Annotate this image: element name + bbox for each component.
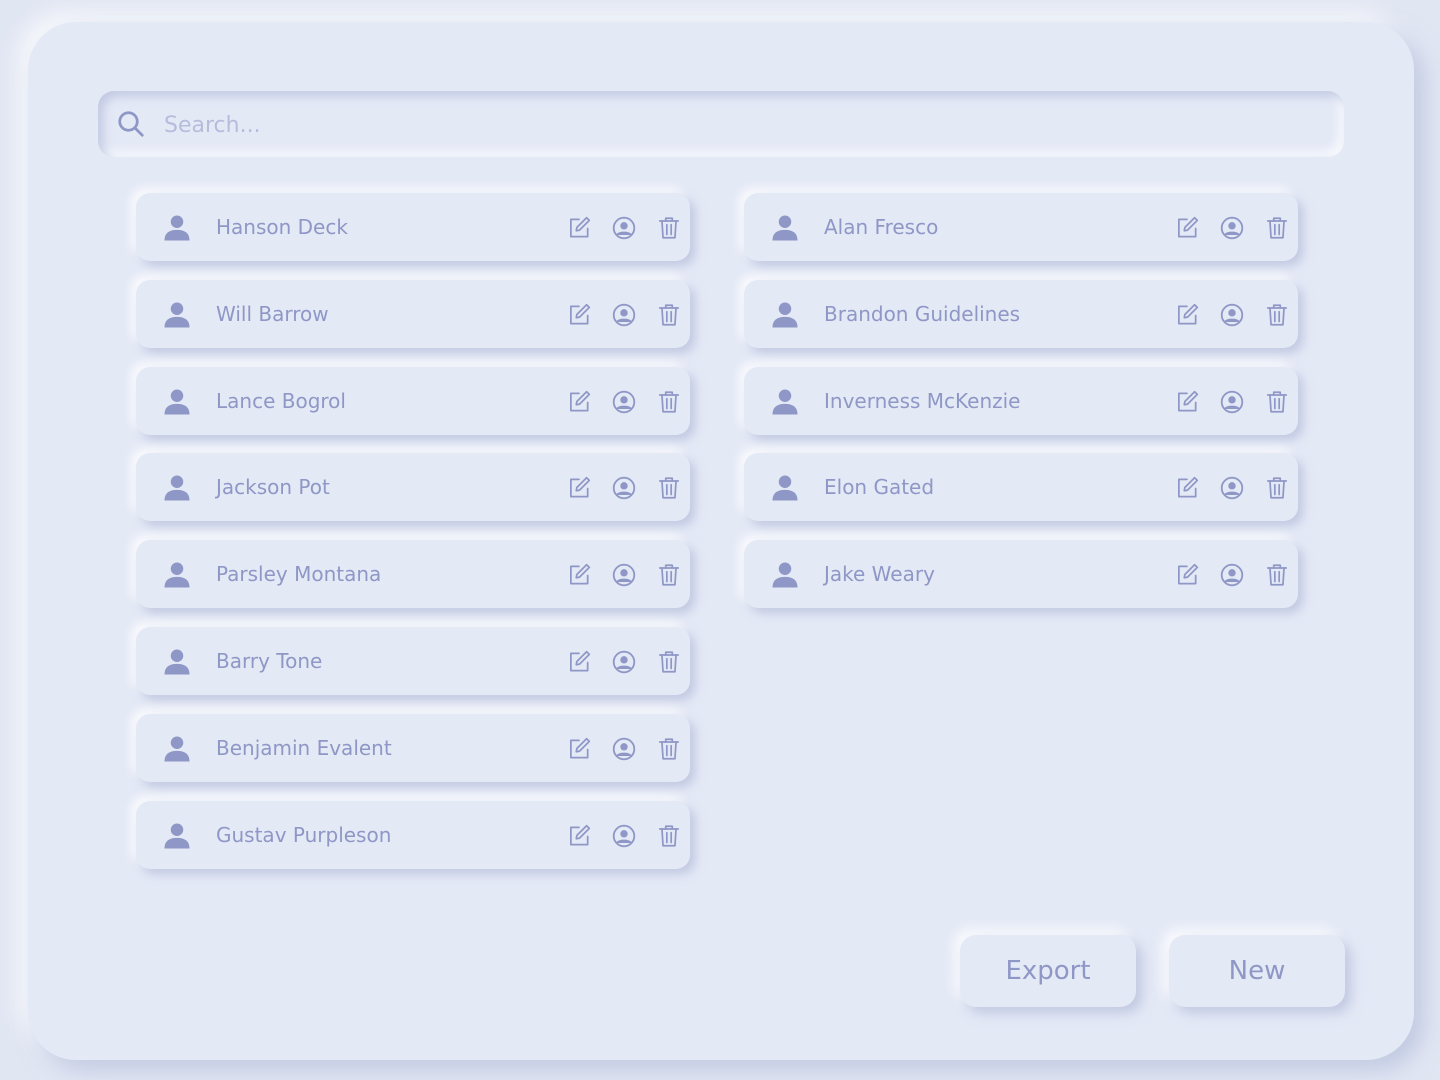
- user-icon: [164, 302, 190, 328]
- user-icon: [164, 649, 190, 675]
- user-icon: [164, 389, 190, 415]
- search-bar[interactable]: [98, 91, 1344, 157]
- trash-icon[interactable]: [656, 823, 682, 849]
- contact-row[interactable]: Jake Weary: [744, 540, 1298, 608]
- contact-name: Jake Weary: [824, 562, 935, 586]
- profile-icon[interactable]: [1219, 562, 1245, 588]
- edit-icon[interactable]: [566, 562, 592, 588]
- user-icon: [772, 215, 798, 241]
- trash-icon[interactable]: [656, 215, 682, 241]
- contact-name: Brandon Guidelines: [824, 302, 1021, 326]
- search-input[interactable]: [162, 101, 1326, 149]
- profile-icon[interactable]: [611, 389, 637, 415]
- user-icon: [772, 302, 798, 328]
- profile-icon[interactable]: [1219, 215, 1245, 241]
- edit-icon[interactable]: [566, 302, 592, 328]
- trash-icon[interactable]: [1264, 389, 1290, 415]
- contact-row[interactable]: Barry Tone: [136, 627, 690, 695]
- profile-icon[interactable]: [611, 562, 637, 588]
- profile-icon[interactable]: [1219, 475, 1245, 501]
- contact-row[interactable]: Lance Bogrol: [136, 367, 690, 435]
- contact-row[interactable]: Gustav Purpleson: [136, 801, 690, 869]
- contact-name: Lance Bogrol: [216, 389, 346, 413]
- trash-icon[interactable]: [1264, 215, 1290, 241]
- edit-icon[interactable]: [566, 215, 592, 241]
- trash-icon[interactable]: [656, 562, 682, 588]
- export-button[interactable]: Export: [960, 935, 1136, 1007]
- user-icon: [772, 475, 798, 501]
- contact-name: Will Barrow: [216, 302, 329, 326]
- contact-row[interactable]: Parsley Montana: [136, 540, 690, 608]
- contact-row[interactable]: Hanson Deck: [136, 193, 690, 261]
- contact-name: Gustav Purpleson: [216, 823, 392, 847]
- trash-icon[interactable]: [656, 475, 682, 501]
- trash-icon[interactable]: [656, 389, 682, 415]
- user-icon: [164, 215, 190, 241]
- edit-icon[interactable]: [566, 389, 592, 415]
- contact-row[interactable]: Benjamin Evalent: [136, 714, 690, 782]
- trash-icon[interactable]: [656, 302, 682, 328]
- contacts-panel: Hanson Deck Will Barrow: [28, 22, 1414, 1060]
- trash-icon[interactable]: [656, 649, 682, 675]
- profile-icon[interactable]: [611, 475, 637, 501]
- contact-name: Jackson Pot: [216, 475, 330, 499]
- user-icon: [164, 475, 190, 501]
- edit-icon[interactable]: [566, 475, 592, 501]
- contact-row[interactable]: Elon Gated: [744, 453, 1298, 521]
- trash-icon[interactable]: [1264, 562, 1290, 588]
- user-icon: [772, 562, 798, 588]
- contact-row[interactable]: Inverness McKenzie: [744, 367, 1298, 435]
- user-icon: [164, 823, 190, 849]
- search-icon: [118, 111, 144, 137]
- profile-icon[interactable]: [1219, 389, 1245, 415]
- user-icon: [164, 736, 190, 762]
- edit-icon[interactable]: [566, 736, 592, 762]
- edit-icon[interactable]: [1174, 562, 1200, 588]
- contact-name: Inverness McKenzie: [824, 389, 1021, 413]
- new-button[interactable]: New: [1169, 935, 1345, 1007]
- trash-icon[interactable]: [656, 736, 682, 762]
- edit-icon[interactable]: [1174, 302, 1200, 328]
- edit-icon[interactable]: [1174, 215, 1200, 241]
- contact-row[interactable]: Jackson Pot: [136, 453, 690, 521]
- profile-icon[interactable]: [611, 736, 637, 762]
- profile-icon[interactable]: [611, 302, 637, 328]
- edit-icon[interactable]: [566, 649, 592, 675]
- trash-icon[interactable]: [1264, 475, 1290, 501]
- contact-row[interactable]: Alan Fresco: [744, 193, 1298, 261]
- contact-name: Hanson Deck: [216, 215, 348, 239]
- contact-name: Alan Fresco: [824, 215, 939, 239]
- contact-name: Elon Gated: [824, 475, 935, 499]
- profile-icon[interactable]: [611, 823, 637, 849]
- contact-name: Benjamin Evalent: [216, 736, 392, 760]
- contact-row[interactable]: Brandon Guidelines: [744, 280, 1298, 348]
- user-icon: [164, 562, 190, 588]
- trash-icon[interactable]: [1264, 302, 1290, 328]
- user-icon: [772, 389, 798, 415]
- profile-icon[interactable]: [611, 215, 637, 241]
- edit-icon[interactable]: [1174, 389, 1200, 415]
- profile-icon[interactable]: [611, 649, 637, 675]
- profile-icon[interactable]: [1219, 302, 1245, 328]
- contact-name: Barry Tone: [216, 649, 323, 673]
- edit-icon[interactable]: [566, 823, 592, 849]
- contact-name: Parsley Montana: [216, 562, 382, 586]
- edit-icon[interactable]: [1174, 475, 1200, 501]
- contact-row[interactable]: Will Barrow: [136, 280, 690, 348]
